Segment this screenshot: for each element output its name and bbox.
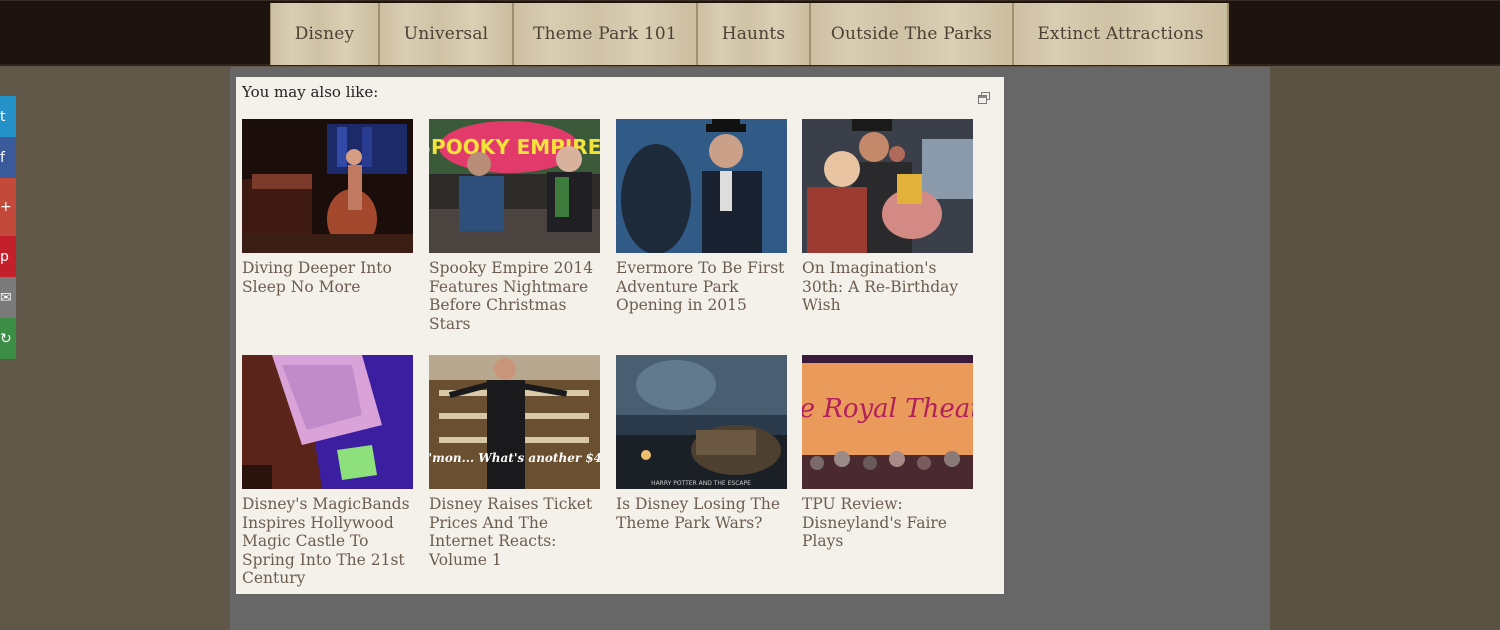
nav-item-extinct-attractions[interactable]: Extinct Attractions: [1014, 3, 1229, 65]
related-post-card[interactable]: Disney's MagicBands Inspires Hollywood M…: [242, 355, 413, 588]
pinterest-icon: p: [0, 248, 9, 265]
twitter-icon: t: [0, 108, 6, 125]
nav-item-disney[interactable]: Disney: [270, 3, 380, 65]
related-post-card[interactable]: On Imagination's 30th: A Re-Birthday Wis…: [802, 119, 973, 315]
popout-icon[interactable]: [978, 92, 990, 104]
google-plus-icon: +: [0, 199, 12, 215]
related-post-card[interactable]: HARRY POTTER AND THE ESCAPE Is Disney Lo…: [616, 355, 787, 532]
post-title[interactable]: On Imagination's 30th: A Re-Birthday Wis…: [802, 259, 973, 315]
pinterest-share-button[interactable]: p: [0, 236, 16, 277]
thumbnail-caption: HARRY POTTER AND THE ESCAPE: [651, 480, 751, 487]
main-nav: Disney Universal Theme Park 101 Haunts O…: [270, 3, 1229, 65]
post-title[interactable]: Disney's MagicBands Inspires Hollywood M…: [242, 495, 413, 588]
post-title[interactable]: Disney Raises Ticket Prices And The Inte…: [429, 495, 600, 569]
post-title[interactable]: Spooky Empire 2014 Features Nightmare Be…: [429, 259, 600, 333]
post-thumbnail: HARRY POTTER AND THE ESCAPE: [616, 355, 787, 489]
social-share-bar: t f + p ✉ ↻: [0, 96, 16, 359]
nav-item-outside-the-parks[interactable]: Outside The Parks: [811, 3, 1014, 65]
nav-item-haunts[interactable]: Haunts: [698, 3, 811, 65]
thumbnail-caption: The Royal Theatre: [802, 394, 973, 424]
post-thumbnail: SPOOKY EMPIRE: [429, 119, 600, 253]
related-post-card[interactable]: Evermore To Be First Adventure Park Open…: [616, 119, 787, 315]
google-plus-share-button[interactable]: +: [0, 178, 16, 236]
post-thumbnail: The Royal Theatre: [802, 355, 973, 489]
post-title[interactable]: Diving Deeper Into Sleep No More: [242, 259, 413, 296]
nav-item-universal[interactable]: Universal: [380, 3, 514, 65]
related-post-card[interactable]: SPOOKY EMPIRE Spooky Empire 2014 Feature…: [429, 119, 600, 333]
page-right-background: [1270, 67, 1500, 630]
post-title[interactable]: TPU Review: Disneyland's Faire Plays: [802, 495, 973, 551]
post-thumbnail: [802, 119, 973, 253]
page-left-background: [0, 67, 230, 630]
facebook-icon: f: [0, 149, 5, 166]
more-share-button[interactable]: ↻: [0, 318, 16, 359]
email-icon: ✉: [0, 289, 12, 306]
related-post-card[interactable]: Diving Deeper Into Sleep No More: [242, 119, 413, 296]
nav-item-theme-park-101[interactable]: Theme Park 101: [514, 3, 698, 65]
post-thumbnail: C'mon... What's another $4?: [429, 355, 600, 489]
share-icon: ↻: [0, 330, 12, 347]
related-posts-modal: You may also like: Diving Deeper Into Sl…: [236, 77, 1004, 594]
post-thumbnail: [242, 355, 413, 489]
post-title[interactable]: Is Disney Losing The Theme Park Wars?: [616, 495, 787, 532]
post-thumbnail: [616, 119, 787, 253]
post-title[interactable]: Evermore To Be First Adventure Park Open…: [616, 259, 787, 315]
related-post-card[interactable]: C'mon... What's another $4? Disney Raise…: [429, 355, 600, 569]
email-share-button[interactable]: ✉: [0, 277, 16, 318]
modal-title: You may also like:: [242, 83, 379, 101]
thumbnail-caption: C'mon... What's another $4?: [429, 451, 600, 465]
twitter-share-button[interactable]: t: [0, 96, 16, 137]
related-post-card[interactable]: The Royal Theatre TPU Review: Disneyland…: [802, 355, 973, 551]
facebook-share-button[interactable]: f: [0, 137, 16, 178]
top-navigation-bar: Disney Universal Theme Park 101 Haunts O…: [0, 0, 1500, 66]
post-thumbnail: [242, 119, 413, 253]
